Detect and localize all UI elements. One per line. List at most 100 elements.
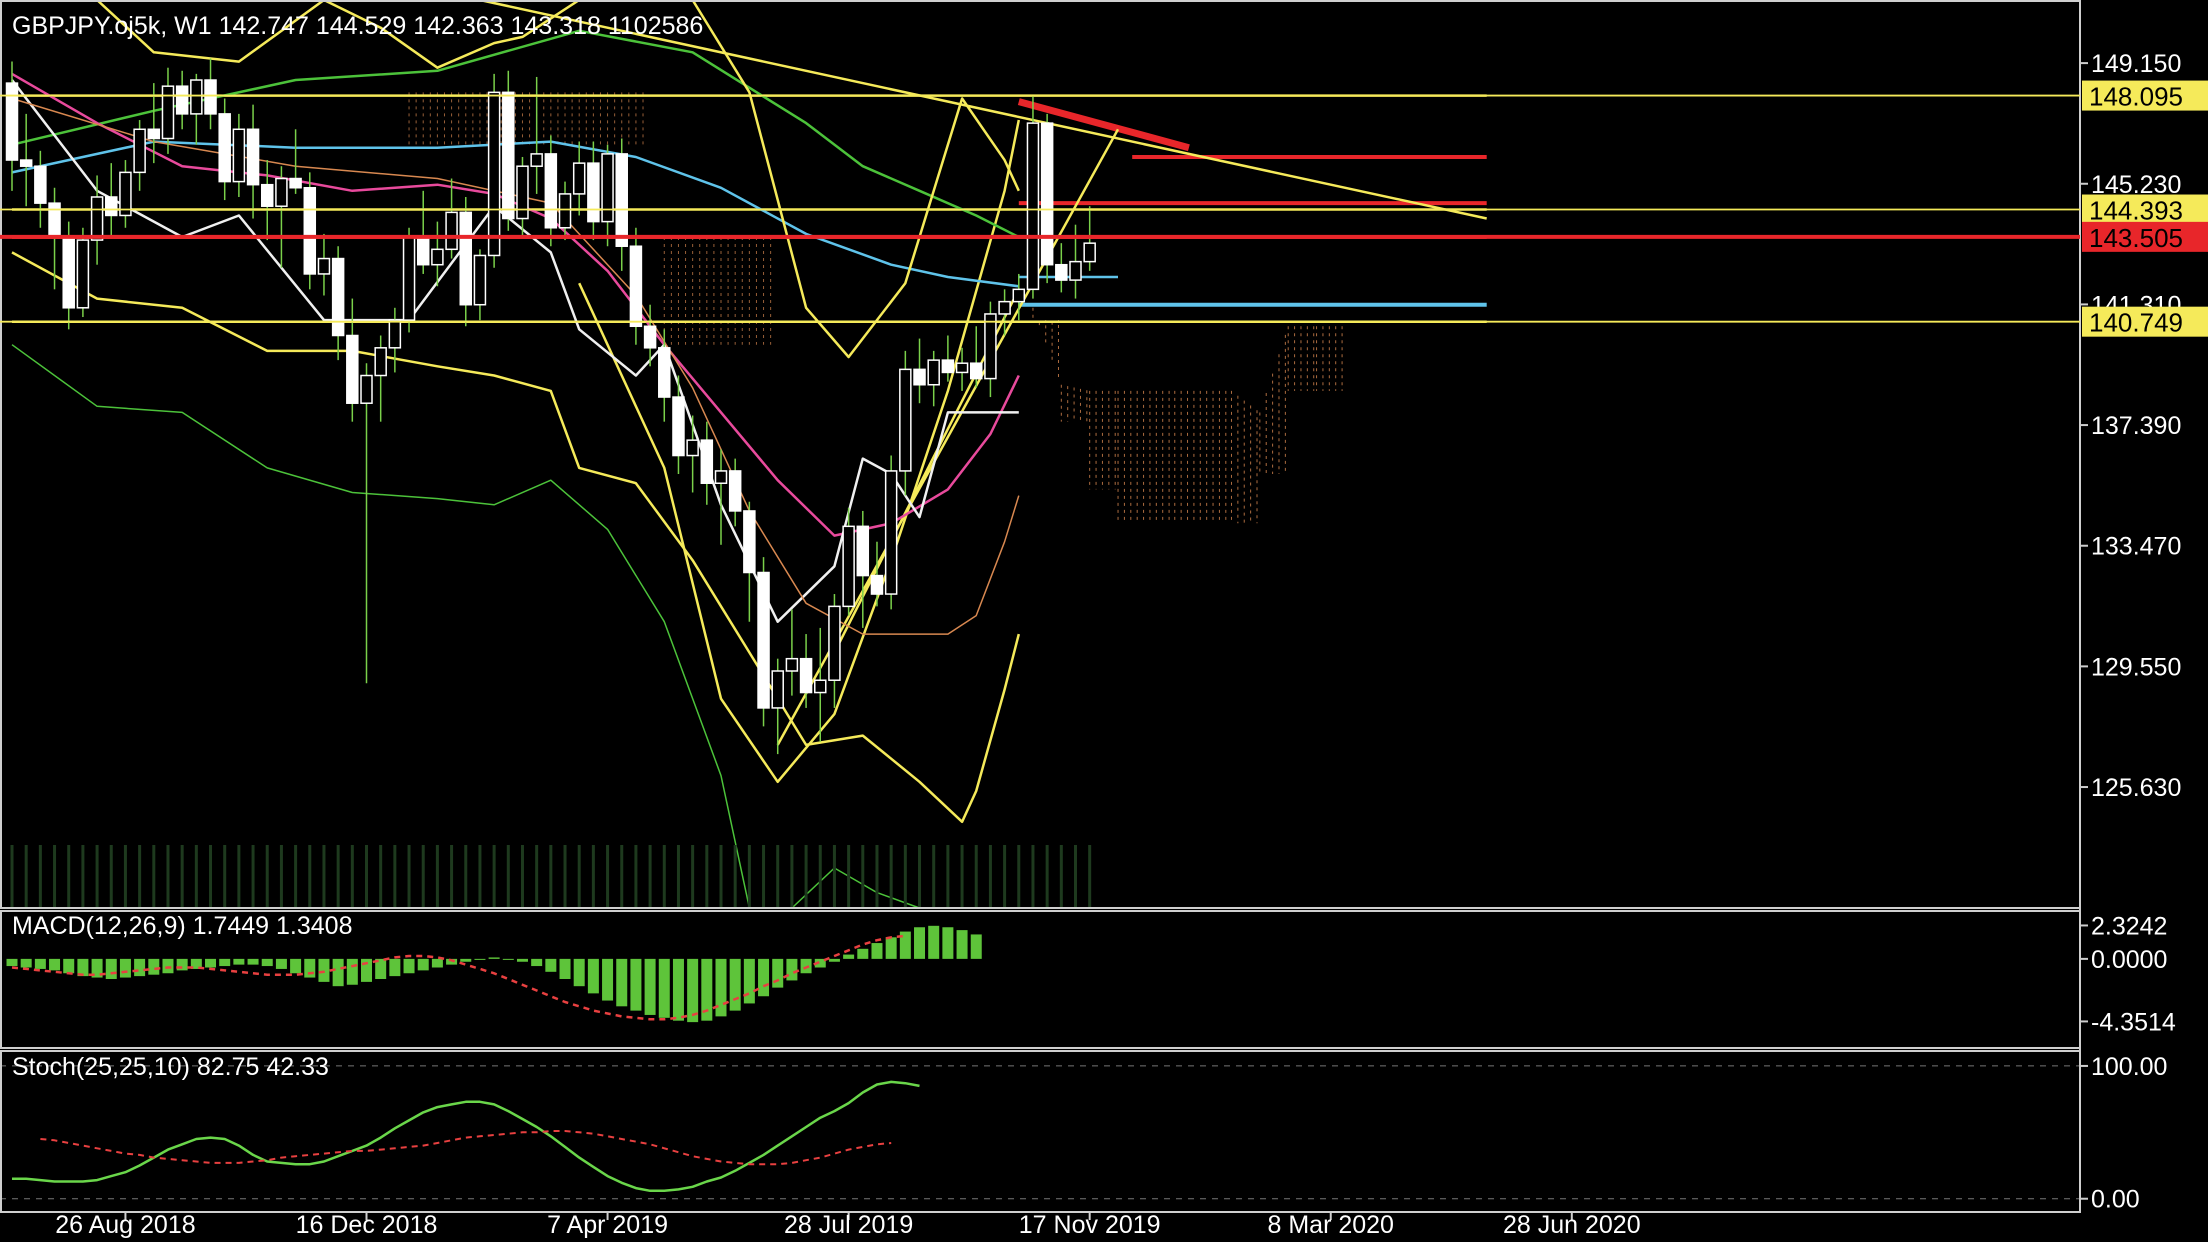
candle-body [1026,122,1040,291]
macd-histogram-bar [531,958,543,967]
candle-body [473,254,487,306]
candle-body [587,162,600,223]
macd-histogram-bar [474,958,486,960]
candle-body [19,159,33,167]
candle-body [331,257,345,337]
y-tick-label: 133.470 [2091,533,2181,561]
macd-histogram-bar [304,958,316,978]
macd-y-tick-label: 0.0000 [2091,946,2167,974]
candle-body [629,245,643,328]
candle-body [799,657,813,694]
candle-body [516,165,529,220]
candle-body [431,248,444,266]
candle-body [161,85,175,140]
macd-histogram-bar [134,958,146,977]
macd-histogram-bar [431,958,443,968]
x-tick-label: 28 Jul 2019 [784,1211,913,1239]
macd-histogram-bar [247,958,259,965]
candle-body [1055,263,1068,281]
candle-body [133,128,146,174]
candle-body [672,396,685,457]
candle-body [105,196,118,217]
macd-histogram-bar [318,958,330,982]
candle-body [615,153,628,247]
macd-histogram-bar [616,958,628,1007]
candle-body [714,470,728,484]
candle-body [62,236,75,309]
macd-y-tick-label: -4.3514 [2091,1008,2176,1036]
macd-histogram-bar [758,958,770,997]
candle-body [190,79,203,115]
candle-body [856,525,870,577]
macd-histogram-bar [261,958,273,967]
macd-histogram-bar [389,958,401,977]
macd-title: MACD(12,26,9) 1.7449 1.3408 [12,912,353,940]
candle-body [175,85,189,115]
y-tick-label: 125.630 [2091,774,2181,802]
y-tick-label: 149.150 [2091,50,2181,78]
macd-histogram-bar [729,958,741,1011]
macd-histogram-bar [843,954,855,959]
candle-body [728,470,742,512]
candle-body [884,470,898,595]
macd-histogram-bar [49,958,61,971]
macd-histogram-bar [630,958,642,1011]
macd-y-tick-label: 2.3242 [2091,912,2167,940]
candle-body [1012,288,1026,303]
macd-histogram-bar [545,958,557,972]
candle-body [346,334,359,404]
macd-histogram-bar [559,958,571,979]
candle-body [147,128,161,140]
candle-body [487,91,501,257]
stoch-y-tick-label: 0.00 [2091,1186,2140,1214]
candle-body [218,113,231,183]
stoch-title: Stoch(25,25,10) 82.75 42.33 [12,1053,329,1081]
candle-body [90,196,104,241]
candle-body [260,183,274,207]
candle-body [289,177,302,189]
candle-body [955,362,969,374]
macd-histogram-bar [743,958,755,1004]
candle-body [317,257,331,275]
macd-histogram-bar [956,930,968,959]
macd-histogram-bar [403,958,415,974]
candle-body [842,525,855,608]
price-label-text: 140.749 [2089,308,2183,338]
macd-histogram-bar [828,958,840,962]
candle-body [969,362,983,380]
x-tick-label: 16 Dec 2018 [296,1211,438,1239]
candle-body [643,325,657,349]
candle-body [204,79,217,115]
candle-body [870,574,884,595]
macd-histogram-bar [644,958,656,1015]
candle-body [459,211,473,306]
macd-histogram-bar [857,948,869,959]
macd-histogram-bar [205,958,217,968]
stoch-y-tick-label: 100.00 [2091,1053,2167,1081]
candle-body [743,510,756,574]
candle-body [445,211,458,251]
x-tick-label: 7 Apr 2019 [547,1211,668,1239]
x-tick-label: 28 Jun 2020 [1503,1211,1641,1239]
macd-histogram-bar [275,958,287,969]
candle-body [360,374,373,404]
candle-body [771,670,784,709]
chart-canvas: 149.150145.230141.310137.390133.470129.5… [0,0,2208,1242]
candle-body [601,153,614,223]
candle-body [658,347,671,398]
candle-body [388,319,402,349]
macd-histogram-bar [417,958,429,971]
macd-histogram-bar [63,958,75,974]
macd-histogram-bar [970,934,982,959]
candle-body [899,368,912,472]
symbol-info: GBPJPY.oj5k, W1 [12,12,212,40]
candle-body [48,202,61,238]
candle-body [275,177,288,207]
macd-histogram-bar [800,958,812,974]
candle-body [558,193,572,229]
candle-body [402,236,416,321]
candle-body [700,439,714,484]
candle-body [785,657,799,672]
x-tick-label: 26 Aug 2018 [55,1211,195,1239]
macd-histogram-bar [516,958,528,962]
